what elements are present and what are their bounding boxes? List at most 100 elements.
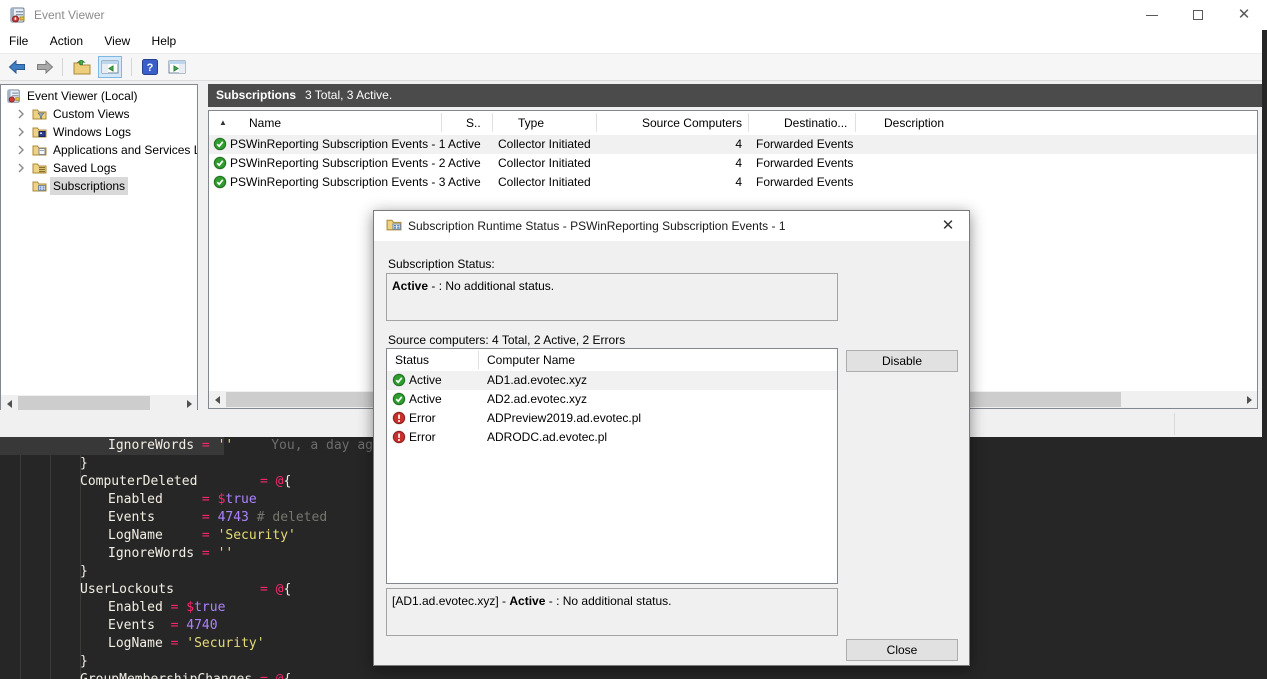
scroll-left-arrow[interactable] — [209, 391, 225, 408]
column-header-name[interactable]: Name — [249, 116, 281, 130]
tree-item-label: Saved Logs — [53, 159, 116, 177]
cell-source-computers: 4 — [596, 135, 742, 154]
computer-row[interactable]: Active AD2.ad.evotec.xyz — [387, 390, 837, 409]
toolbar: ? — [0, 54, 1262, 81]
code-line[interactable]: Enabled = $true — [108, 491, 257, 509]
subscription-row[interactable]: PSWinReporting Subscription Events - 3Ac… — [209, 173, 1257, 192]
cell-computer-name: AD2.ad.evotec.xyz — [487, 390, 587, 409]
open-saved-log-button[interactable] — [70, 56, 94, 78]
cell-destination: Forwarded Events — [756, 154, 853, 173]
cell-computer-name: AD1.ad.evotec.xyz — [487, 371, 587, 390]
chevron-right-icon — [18, 145, 24, 155]
subscription-status-box: Active - : No additional status. — [386, 273, 838, 321]
column-separator[interactable] — [478, 351, 479, 369]
code-line[interactable]: IgnoreWords = '' — [108, 545, 233, 563]
code-line[interactable]: } — [80, 563, 88, 581]
menu-view[interactable]: View — [95, 30, 139, 53]
tree-item-applications-services-logs[interactable]: Applications and Services Lo — [1, 141, 197, 159]
dialog-close-button[interactable]: ✕ — [933, 214, 963, 238]
column-header-status[interactable]: S.. — [466, 116, 481, 130]
chevron-right-icon — [18, 109, 24, 119]
computer-row[interactable]: Error ADRODC.ad.evotec.pl — [387, 428, 837, 447]
screenshot-root: IgnoreWords = ''You, a day ago}ComputerD… — [0, 0, 1267, 679]
source-computers-table: Status Computer Name ActiveAD1.ad.evotec… — [386, 348, 838, 584]
tree-root-event-viewer[interactable]: Event Viewer (Local) — [1, 87, 197, 105]
event-viewer-titlebar: Event Viewer ✕ — [0, 0, 1267, 30]
subscription-row[interactable]: PSWinReporting Subscription Events - 2Ac… — [209, 154, 1257, 173]
green-check-icon — [392, 392, 406, 406]
back-button[interactable] — [5, 56, 29, 78]
chevron-right-icon — [18, 127, 24, 137]
subscription-row[interactable]: PSWinReporting Subscription Events - 1Ac… — [209, 135, 1257, 154]
tree-item-label: Applications and Services Lo — [53, 141, 198, 159]
scrollbar-thumb[interactable] — [18, 396, 150, 411]
maximize-button[interactable] — [1175, 0, 1221, 30]
panel-summary: 3 Total, 3 Active. — [305, 84, 392, 107]
computer-row[interactable]: ErrorADPreview2019.ad.evotec.pl — [387, 409, 837, 428]
cell-name: PSWinReporting Subscription Events - 2 — [230, 154, 445, 173]
menu-action[interactable]: Action — [41, 30, 92, 53]
custom-views-folder-icon — [32, 108, 47, 120]
cell-source-computers: 4 — [596, 173, 742, 192]
code-line[interactable]: LogName = 'Security' — [108, 527, 296, 545]
cell-name: PSWinReporting Subscription Events - 3 — [230, 173, 445, 192]
tree-item-windows-logs[interactable]: Windows Logs — [1, 123, 197, 141]
event-viewer-icon — [7, 89, 21, 103]
computer-row[interactable]: ActiveAD1.ad.evotec.xyz — [387, 371, 837, 390]
column-header-description[interactable]: Description — [884, 116, 944, 130]
cell-computer-name: ADRODC.ad.evotec.pl — [487, 428, 607, 447]
scroll-right-arrow[interactable] — [1241, 391, 1257, 408]
cell-name: PSWinReporting Subscription Events - 1 — [230, 135, 445, 154]
chevron-right-icon — [18, 163, 24, 173]
menu-bar: File Action View Help — [0, 30, 1262, 54]
tree-item-label: Custom Views — [53, 105, 129, 123]
dialog-icon — [386, 218, 402, 231]
close-button[interactable]: Close — [846, 639, 958, 661]
column-separator[interactable] — [748, 113, 749, 132]
green-check-icon — [213, 156, 227, 170]
column-header-type[interactable]: Type — [518, 116, 544, 130]
code-line[interactable]: Events = 4743 # deleted — [108, 509, 327, 527]
column-separator[interactable] — [492, 113, 493, 132]
tree-item-saved-logs[interactable]: Saved Logs — [1, 159, 197, 177]
help-button[interactable]: ? — [138, 56, 162, 78]
menu-file[interactable]: File — [0, 30, 37, 53]
code-line[interactable]: GroupMembershipChanges = @{ — [80, 671, 291, 679]
tree-item-subscriptions[interactable]: Subscriptions — [1, 177, 197, 195]
column-header-source-computers[interactable]: Source Computers — [596, 116, 742, 130]
column-header-status[interactable]: Status — [395, 353, 429, 367]
red-error-icon — [392, 411, 406, 425]
menu-help[interactable]: Help — [143, 30, 186, 53]
tree-item-custom-views[interactable]: Custom Views — [1, 105, 197, 123]
code-line[interactable]: IgnoreWords = ''You, a day ago — [108, 437, 381, 455]
show-action-pane-button[interactable] — [165, 56, 189, 78]
code-line[interactable]: UserLockouts = @{ — [80, 581, 291, 599]
disable-button[interactable]: Disable — [846, 350, 958, 372]
code-line[interactable]: } — [80, 653, 88, 671]
toolbar-separator — [62, 58, 63, 76]
cell-status: Error — [409, 428, 436, 447]
indent-guide — [50, 437, 51, 679]
column-separator[interactable] — [855, 113, 856, 132]
code-line[interactable]: Enabled = $true — [108, 599, 225, 617]
sort-ascending-icon[interactable]: ▲ — [219, 118, 227, 127]
code-line[interactable]: LogName = 'Security' — [108, 635, 265, 653]
column-header-destination[interactable]: Destinatio... — [784, 116, 847, 130]
forward-button[interactable] — [33, 56, 57, 78]
show-console-tree-button[interactable] — [98, 56, 122, 78]
svg-text:?: ? — [147, 62, 154, 74]
toolbar-separator — [131, 58, 132, 76]
cell-status: Active — [409, 390, 442, 409]
minimize-button[interactable] — [1129, 0, 1175, 30]
code-line[interactable]: ComputerDeleted = @{ — [80, 473, 291, 491]
open-saved-log-icon — [73, 60, 91, 75]
code-line[interactable]: } — [80, 455, 88, 473]
minimize-icon — [1146, 15, 1158, 16]
green-check-icon — [213, 137, 227, 151]
column-header-computer-name[interactable]: Computer Name — [487, 353, 575, 367]
code-line[interactable]: Events = 4740 — [108, 617, 218, 635]
close-button[interactable]: ✕ — [1221, 0, 1267, 30]
column-separator[interactable] — [441, 113, 442, 132]
windows-logs-folder-icon — [32, 126, 47, 138]
subscription-status-text: Active - : No additional status. — [392, 279, 554, 293]
